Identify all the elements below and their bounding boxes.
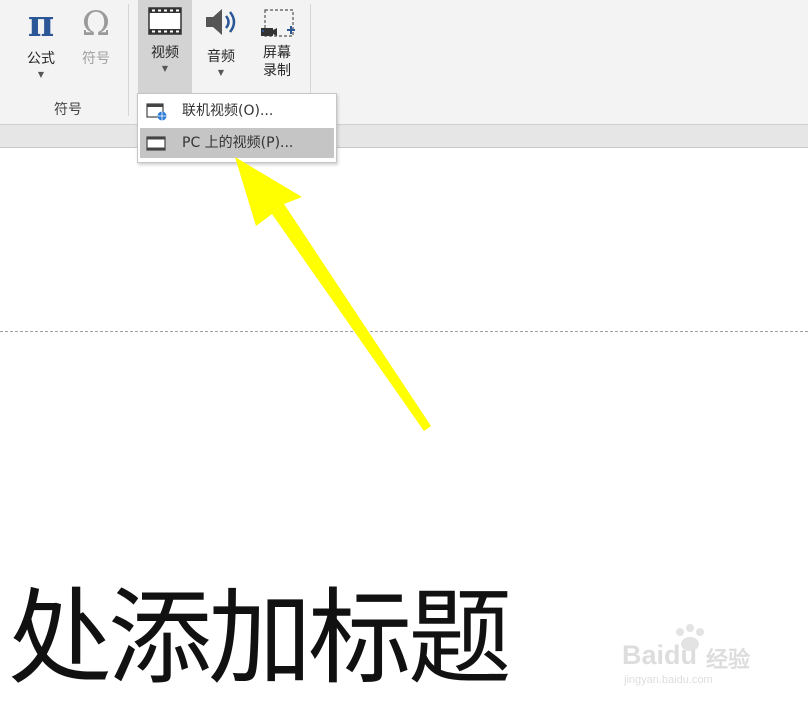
equation-label: 公式	[27, 51, 55, 67]
watermark-brand: Baidu	[622, 640, 698, 670]
screen-record-label-line1: 屏幕	[263, 45, 291, 61]
video-label: 视频	[151, 45, 179, 61]
speaker-icon	[206, 9, 236, 35]
ribbon-bottom-bar	[0, 124, 808, 148]
slide-placeholder-border	[0, 331, 808, 332]
group-separator	[128, 4, 129, 116]
audio-label: 音频	[207, 49, 235, 65]
menu-item-label: 联机视频(O)...	[182, 103, 274, 119]
pi-icon: π	[27, 3, 55, 45]
baidu-watermark: Baidu 经验 jingyan.baidu.com	[614, 624, 804, 690]
online-video-icon	[146, 103, 167, 121]
screen-record-label-line2: 录制	[263, 63, 291, 79]
omega-icon: Ω	[81, 4, 111, 44]
ribbon: π 公式 ▼ Ω 符号 符号 视频 ▼ 音频 ▼ 屏幕 录制	[0, 0, 808, 124]
slide-title-placeholder[interactable]: 处添加标题	[8, 578, 648, 698]
symbols-group-label: 符号	[54, 102, 82, 118]
chevron-down-icon: ▼	[37, 70, 45, 79]
screen-recording-button[interactable]: 屏幕 录制	[252, 4, 302, 92]
menu-item-video-on-pc[interactable]: PC 上的视频(P)...	[140, 128, 334, 158]
menu-item-online-video[interactable]: 联机视频(O)...	[140, 96, 334, 126]
equation-button[interactable]: π 公式 ▼	[18, 4, 64, 92]
menu-item-label: PC 上的视频(P)...	[182, 135, 294, 151]
audio-button[interactable]: 音频 ▼	[196, 4, 246, 92]
watermark-url: jingyan.baidu.com	[624, 674, 713, 686]
video-dropdown-menu: 联机视频(O)... PC 上的视频(P)...	[137, 93, 337, 163]
chevron-down-icon: ▼	[217, 68, 225, 77]
symbol-label: 符号	[82, 51, 110, 67]
watermark-brand-cn: 经验	[706, 648, 751, 673]
screen-record-icon	[261, 9, 295, 37]
film-icon	[148, 7, 182, 35]
video-button[interactable]: 视频 ▼	[138, 0, 192, 94]
film-icon	[146, 136, 166, 151]
symbol-button[interactable]: Ω 符号	[73, 4, 119, 92]
chevron-down-icon: ▼	[161, 64, 169, 73]
